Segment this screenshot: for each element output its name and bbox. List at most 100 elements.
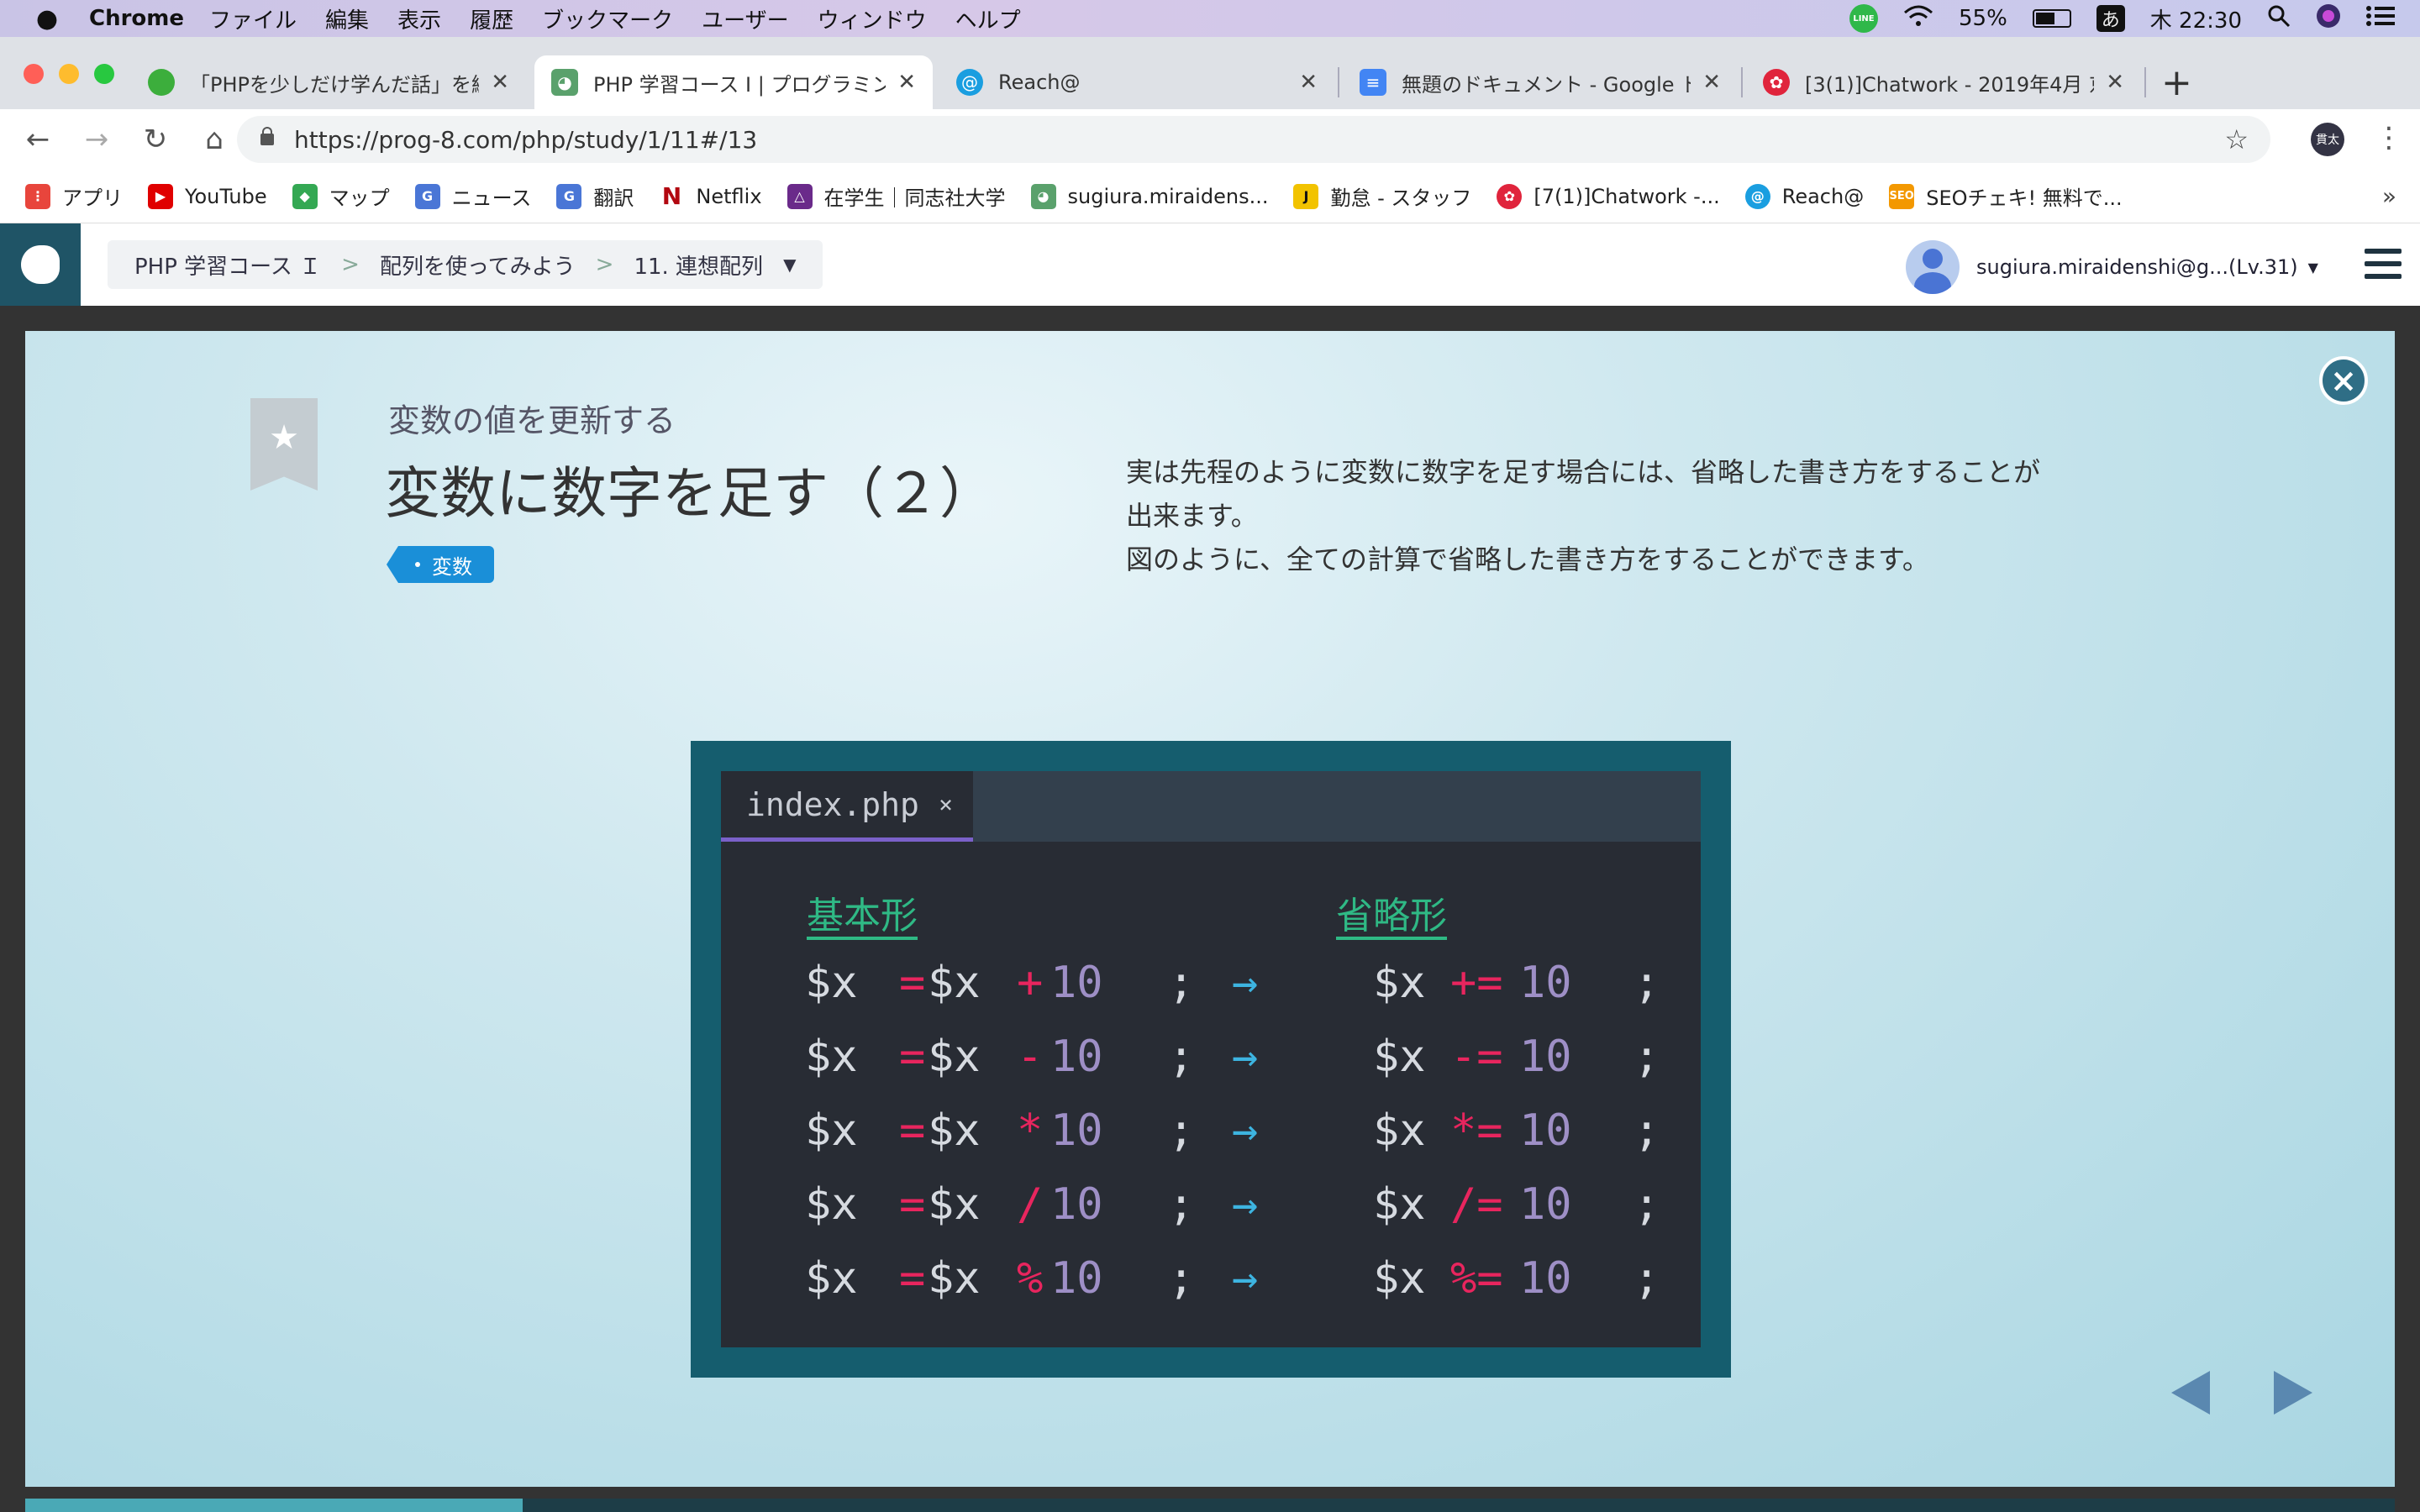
- user-avatar[interactable]: [1906, 240, 1960, 294]
- progate-logo[interactable]: [0, 223, 81, 306]
- app-menu[interactable]: Chrome: [89, 6, 184, 31]
- tab-edit-article[interactable]: 「PHPを少しだけ学んだ話」を編集 ✕: [131, 55, 526, 109]
- minimize-window-button[interactable]: [59, 64, 79, 84]
- topic-tag[interactable]: 変数: [387, 546, 494, 583]
- menu-user[interactable]: ユーザー: [702, 3, 788, 34]
- tab-title: [3(1)]Chatwork - 2019年4月 京都: [1805, 72, 2094, 97]
- menu-file[interactable]: ファイル: [209, 3, 297, 34]
- spotlight-search-icon[interactable]: [2267, 4, 2291, 34]
- caret-down-icon[interactable]: ▼: [783, 255, 796, 275]
- green-circle-icon: [148, 69, 175, 96]
- code-token: ;: [1168, 1105, 1195, 1156]
- menu-edit[interactable]: 編集: [325, 3, 369, 34]
- bookmark-label: 翻訳: [593, 186, 634, 210]
- bookmark-progate-user[interactable]: ◕ sugiura.miraidens...: [1030, 183, 1268, 209]
- user-menu[interactable]: sugiura.miraidenshi@g...(Lv.31) ▼: [1906, 240, 2318, 294]
- menu-view[interactable]: 表示: [397, 3, 441, 34]
- description-line: 図のように、全ての計算で省略した書き方をすることができます。: [1126, 543, 1929, 575]
- code-figure: index.php × 基本形 省略形 $x = $x +10; → $x += 10; $x =…: [691, 741, 1731, 1378]
- notification-center-icon[interactable]: [2366, 5, 2395, 33]
- code-token: $x: [805, 1032, 858, 1082]
- lock-icon[interactable]: [260, 127, 274, 145]
- bookmark-star-icon[interactable]: ☆: [2224, 123, 2249, 155]
- reach-icon: @: [956, 69, 983, 96]
- new-tab-button[interactable]: +: [2161, 62, 2192, 104]
- close-tab-icon[interactable]: ✕: [1299, 70, 1318, 95]
- arrow-icon: →: [1232, 1032, 1259, 1082]
- code-token: ;: [1634, 1032, 1660, 1082]
- address-bar[interactable]: https://prog-8.com/php/study/1/11#/13 ☆: [237, 116, 2270, 163]
- code-token: $x: [928, 1105, 981, 1156]
- bookmark-translate[interactable]: G 翻訳: [556, 181, 634, 211]
- bookmark-news[interactable]: G ニュース: [414, 181, 531, 211]
- bookmark-reach[interactable]: @ Reach@: [1744, 183, 1864, 209]
- breadcrumb-lesson[interactable]: 11. 連想配列: [634, 249, 763, 281]
- next-slide-button[interactable]: [2274, 1371, 2312, 1415]
- siri-icon[interactable]: [2316, 3, 2341, 34]
- breadcrumb-chapter[interactable]: 配列を使ってみよう: [380, 249, 576, 281]
- close-slide-button[interactable]: ×: [2319, 356, 2368, 405]
- close-tab-icon[interactable]: ✕: [2106, 70, 2124, 95]
- code-token: $x: [1373, 1253, 1426, 1304]
- bookmark-chatwork[interactable]: ✿ [7(1)]Chatwork -...: [1497, 183, 1720, 209]
- tab-chatwork[interactable]: ✿ [3(1)]Chatwork - 2019年4月 京都 ✕: [1746, 55, 2141, 109]
- close-tab-icon[interactable]: ✕: [1702, 70, 1721, 95]
- caret-down-icon[interactable]: ▼: [2308, 260, 2318, 276]
- code-row: $x = $x -10; → $x -= 10;: [721, 1032, 1701, 1090]
- description-line: 実は先程のように変数に数字を足す場合には、省略した書き方をすることが: [1126, 456, 2041, 488]
- forward-arrow-icon[interactable]: →: [76, 123, 118, 156]
- bookmark-label: [7(1)]Chatwork -...: [1534, 184, 1720, 208]
- bookmark-netflix[interactable]: N Netflix: [659, 182, 762, 210]
- bookmarks-overflow-button[interactable]: »: [2382, 182, 2396, 210]
- close-tab-icon[interactable]: ✕: [897, 70, 916, 95]
- close-tab-icon[interactable]: ✕: [491, 70, 509, 95]
- reload-icon[interactable]: ↻: [134, 123, 176, 156]
- bookmark-doshisha[interactable]: △ 在学生｜同志社大学: [786, 181, 1006, 211]
- bookmark-label: 在学生｜同志社大学: [823, 186, 1006, 210]
- profile-avatar[interactable]: 貫太: [2311, 123, 2344, 156]
- menu-bookmarks[interactable]: ブックマーク: [542, 3, 673, 34]
- tab-reach[interactable]: @ Reach@ ✕: [939, 55, 1334, 109]
- user-name[interactable]: sugiura.miraidenshi@g...(Lv.31): [1976, 255, 2298, 279]
- wifi-icon[interactable]: [1903, 4, 1933, 34]
- bookmark-seo[interactable]: SEO SEOチェキ! 無料で...: [1889, 181, 2123, 211]
- apple-menu-icon[interactable]: ●: [22, 4, 72, 34]
- menu-history[interactable]: 履歴: [470, 3, 513, 34]
- bookmarks-bar: ⋮ アプリ ▶ YouTube ◆ マップ G ニュース G 翻訳 N Netflix △ 在…: [0, 170, 2420, 223]
- hamburger-menu-icon[interactable]: [2365, 249, 2402, 279]
- bookmark-youtube[interactable]: ▶ YouTube: [148, 183, 267, 209]
- doshisha-icon: △: [786, 183, 813, 209]
- bookmark-apps[interactable]: ⋮ アプリ: [25, 181, 123, 211]
- battery-icon[interactable]: [2032, 9, 2071, 28]
- code-row: $x = $x% 10; → $x %= 10;: [721, 1253, 1701, 1312]
- home-icon[interactable]: ⌂: [193, 123, 235, 156]
- menu-help[interactable]: ヘルプ: [955, 3, 1021, 34]
- tab-php-course[interactable]: ◕ PHP 学習コース I | プログラミング ✕: [534, 55, 933, 109]
- code-token: =: [899, 1179, 926, 1230]
- line-app-icon[interactable]: LINE: [1849, 4, 1878, 33]
- code-token: $x: [805, 1105, 858, 1156]
- code-token: =: [899, 1253, 926, 1304]
- menu-window[interactable]: ウィンドウ: [818, 3, 927, 34]
- code-token: -=: [1450, 1032, 1503, 1082]
- editor-tab-bar: index.php ×: [721, 771, 1701, 842]
- previous-slide-button[interactable]: [2171, 1371, 2210, 1415]
- arrow-icon: →: [1232, 1179, 1259, 1230]
- chrome-menu-icon[interactable]: ⋮: [2375, 121, 2403, 155]
- input-method-icon[interactable]: あ: [2096, 5, 2125, 32]
- bookmark-slide-icon[interactable]: ★: [250, 398, 318, 491]
- bookmark-maps[interactable]: ◆ マップ: [292, 181, 390, 211]
- tab-strip: 「PHPを少しだけ学んだ話」を編集 ✕ ◕ PHP 学習コース I | プログラ…: [0, 37, 2420, 109]
- code-token: -: [1017, 1032, 1044, 1082]
- bookmark-attendance[interactable]: J 勤怠 - スタッフ: [1293, 181, 1471, 211]
- close-window-button[interactable]: [24, 64, 44, 84]
- zoom-window-button[interactable]: [94, 64, 114, 84]
- url-text[interactable]: https://prog-8.com/php/study/1/11#/13: [294, 126, 757, 154]
- clock[interactable]: 木 22:30: [2150, 3, 2242, 34]
- code-token: /: [1017, 1179, 1044, 1230]
- back-arrow-icon[interactable]: ←: [17, 123, 59, 156]
- code-token: 10: [1050, 1032, 1103, 1082]
- breadcrumb-course[interactable]: PHP 学習コース Ｉ: [134, 249, 321, 281]
- progate-icon: ◕: [1030, 183, 1056, 209]
- tab-google-docs[interactable]: ≡ 無題のドキュメント - Google ドキ ✕: [1343, 55, 1738, 109]
